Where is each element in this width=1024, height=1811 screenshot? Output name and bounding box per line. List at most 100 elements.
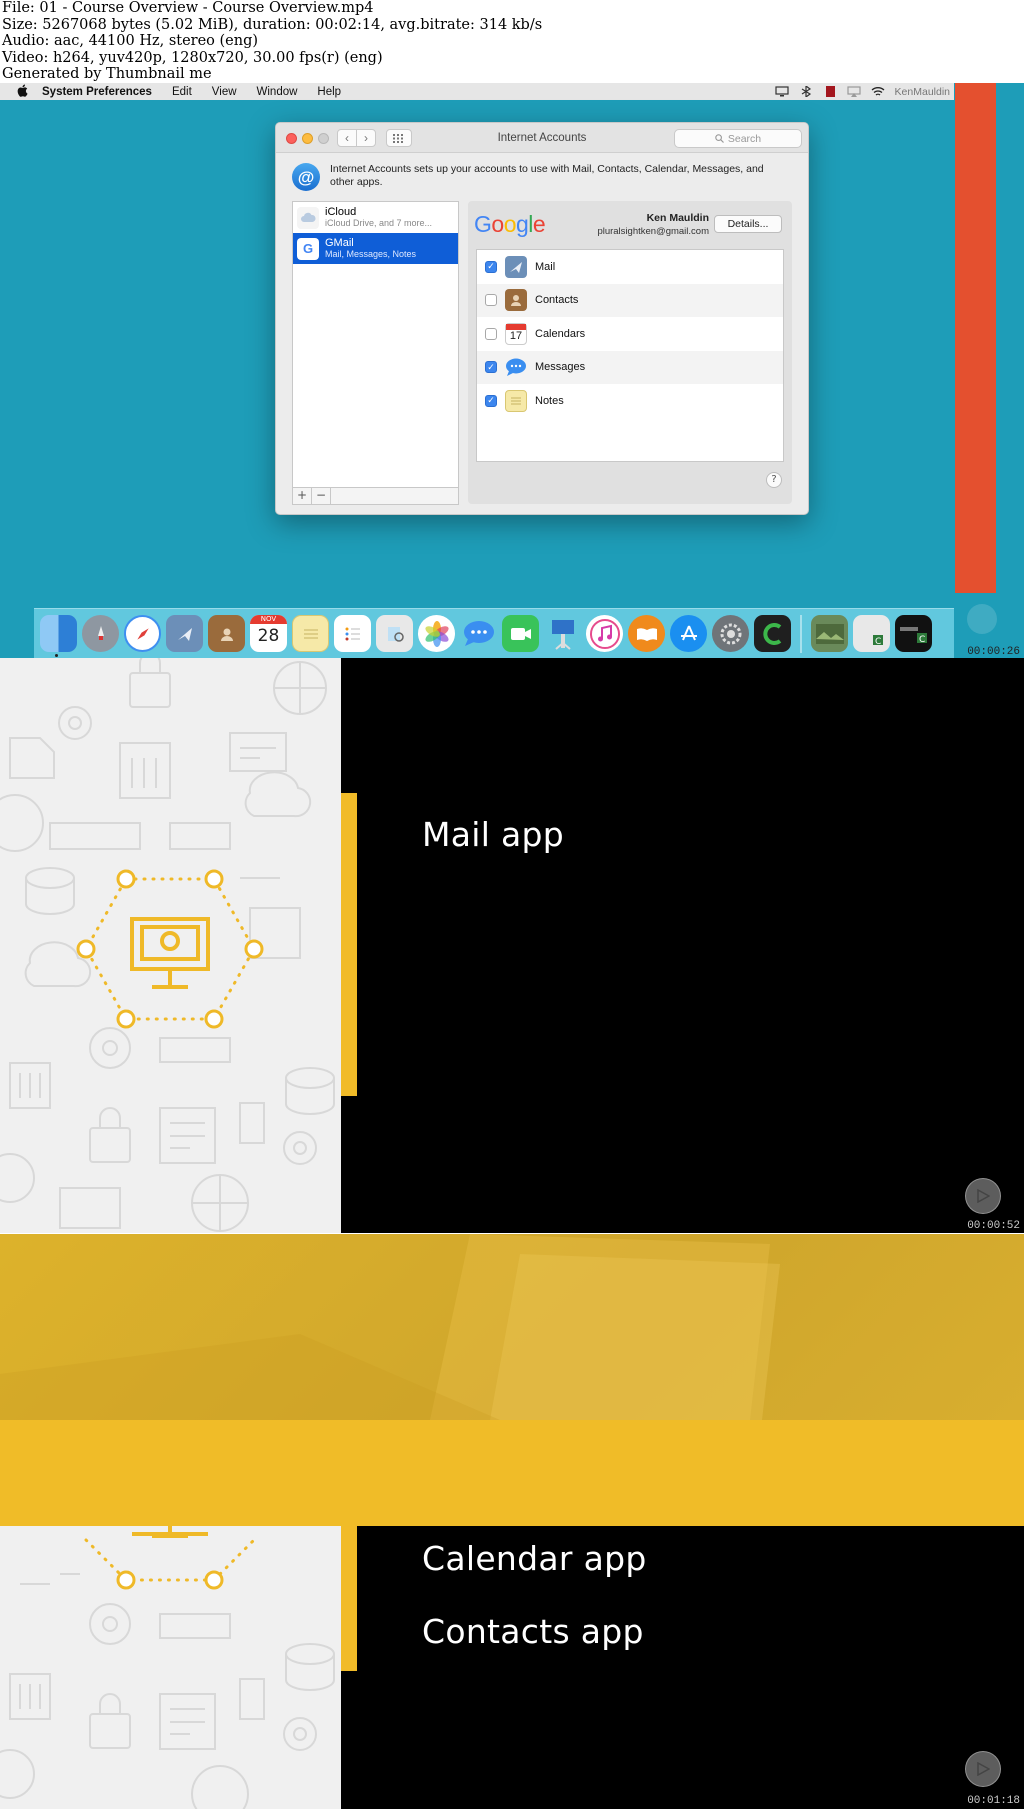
service-row-notes: ✓ Notes	[477, 384, 783, 418]
overlay-button[interactable]	[967, 604, 997, 634]
itunes-icon[interactable]	[586, 615, 623, 652]
size-info-line: Size: 5267068 bytes (5.02 MiB), duration…	[2, 16, 543, 33]
account-name: iCloud	[325, 206, 357, 218]
account-name: GMail	[325, 237, 354, 249]
orange-strip	[955, 83, 996, 593]
service-row-messages: ✓ Messages	[477, 350, 783, 384]
service-label: Contacts	[535, 294, 579, 307]
search-placeholder: Search	[727, 132, 762, 145]
dock-calendar-day: 28	[257, 626, 280, 646]
yellow-title-bar	[0, 1420, 1024, 1526]
display-icon[interactable]	[774, 86, 789, 97]
reminders-icon[interactable]	[334, 615, 371, 652]
preview-icon[interactable]	[376, 615, 413, 652]
mail-app-icon[interactable]	[166, 615, 203, 652]
menu-system-preferences[interactable]: System Preferences	[42, 86, 152, 98]
service-row-contacts: Contacts	[477, 283, 783, 317]
finder-running-indicator	[55, 654, 58, 657]
account-subtitle: iCloud Drive, and 7 more...	[325, 218, 433, 228]
recording-icon[interactable]	[823, 86, 837, 97]
audio-info-line: Audio: aac, 44100 Hz, stereo (eng)	[2, 33, 259, 50]
calendars-checkbox[interactable]	[485, 327, 497, 340]
account-item-icloud[interactable]: iCloud iCloud Drive, and 7 more...	[293, 202, 458, 233]
account-email: pluralsightken@gmail.com	[597, 226, 709, 237]
launchpad-icon[interactable]	[82, 615, 119, 652]
slide-title: Mail app	[422, 815, 565, 854]
accent-bar	[341, 1526, 357, 1671]
messages-app-icon[interactable]	[460, 615, 497, 652]
slide-line-contacts: Contacts app	[422, 1612, 644, 1651]
account-holder-name: Ken Mauldin	[646, 212, 709, 224]
services-list: ✓ Mail Contacts 17 Calendars ✓ Messages …	[476, 249, 784, 462]
play-overlay-button[interactable]	[965, 1751, 1001, 1787]
google-logo: Google	[474, 211, 546, 237]
photos-icon[interactable]	[418, 615, 455, 652]
menu-extras: KenMauldin	[774, 83, 950, 100]
menu-view[interactable]: View	[212, 86, 237, 98]
file-info-header: File: 01 - Course Overview - Course Over…	[0, 0, 1024, 83]
google-g-icon: G	[297, 237, 319, 260]
screen-recording-stack-icon[interactable]: C	[895, 615, 932, 652]
notes-icon	[505, 389, 527, 412]
contacts-checkbox[interactable]	[485, 294, 497, 307]
document-stack-icon[interactable]: C	[853, 615, 890, 652]
play-icon	[977, 1189, 990, 1203]
mail-checkbox[interactable]: ✓	[485, 260, 497, 273]
airplay-icon[interactable]	[846, 86, 861, 97]
help-button[interactable]: ?	[766, 472, 782, 488]
service-row-mail: ✓ Mail	[477, 250, 783, 284]
play-overlay-button[interactable]	[965, 1178, 1001, 1214]
paper-texture	[0, 1234, 780, 1420]
icon-pattern-panel	[0, 658, 341, 1233]
remove-account-button[interactable]: −	[312, 488, 331, 504]
bluetooth-icon[interactable]	[799, 84, 813, 99]
facetime-icon[interactable]	[502, 615, 539, 652]
app-store-icon[interactable]	[670, 615, 707, 652]
window-titlebar[interactable]: ‹ › Internet Accounts Search	[276, 123, 808, 153]
notes-checkbox[interactable]: ✓	[485, 394, 497, 407]
accounts-list: iCloud iCloud Drive, and 7 more... G GMa…	[292, 201, 459, 488]
menu-help[interactable]: Help	[317, 86, 341, 98]
video-frame-1: System Preferences Edit View Window Help…	[0, 83, 1024, 658]
service-label: Mail	[535, 260, 556, 273]
menu-edit[interactable]: Edit	[172, 86, 192, 98]
icloud-icon	[297, 206, 319, 229]
video-info-line: Video: h264, yuv420p, 1280x720, 30.00 fp…	[2, 49, 383, 66]
messages-icon	[505, 356, 527, 378]
service-label: Notes	[535, 394, 564, 407]
details-button[interactable]: Details...	[714, 215, 782, 233]
system-preferences-icon[interactable]	[712, 615, 749, 652]
mac-menu-bar: System Preferences Edit View Window Help…	[0, 83, 954, 100]
search-field[interactable]: Search	[674, 129, 802, 148]
menu-user-name[interactable]: KenMauldin	[895, 86, 950, 98]
video-frame-2: Mail app 00:00:52	[0, 658, 1024, 1233]
camtasia-icon[interactable]	[754, 615, 791, 652]
at-sign-icon: @	[292, 163, 320, 191]
apple-menu-icon[interactable]	[12, 84, 32, 100]
search-icon	[715, 134, 724, 143]
service-label: Calendars	[535, 327, 586, 340]
downloads-stack-icon[interactable]	[811, 615, 848, 652]
yellow-photo-band	[0, 1234, 1024, 1420]
accounts-list-footer: + −	[292, 488, 459, 505]
background-pattern	[0, 658, 335, 1232]
dock: NOV 28 C C	[34, 608, 954, 658]
menu-window[interactable]: Window	[257, 86, 298, 98]
keynote-icon[interactable]	[544, 615, 581, 652]
intro-section: @ Internet Accounts sets up your account…	[292, 163, 792, 193]
account-detail-pane: Google Ken Mauldin pluralsightken@gmail.…	[468, 201, 792, 504]
wifi-icon[interactable]	[871, 86, 885, 97]
messages-checkbox[interactable]: ✓	[485, 361, 497, 374]
add-account-button[interactable]: +	[293, 488, 312, 504]
internet-accounts-window: ‹ › Internet Accounts Search @ Internet …	[275, 122, 809, 515]
account-item-gmail[interactable]: G GMail Mail, Messages, Notes	[293, 233, 458, 264]
service-label: Messages	[535, 361, 586, 374]
calendar-app-icon[interactable]: NOV 28	[250, 615, 287, 652]
play-icon	[977, 1762, 990, 1776]
ibooks-icon[interactable]	[628, 615, 665, 652]
accent-bar	[341, 793, 357, 1096]
notes-app-icon[interactable]	[292, 615, 329, 652]
finder-icon[interactable]	[40, 615, 77, 652]
contacts-app-icon[interactable]	[208, 615, 245, 652]
safari-icon[interactable]	[124, 615, 161, 652]
